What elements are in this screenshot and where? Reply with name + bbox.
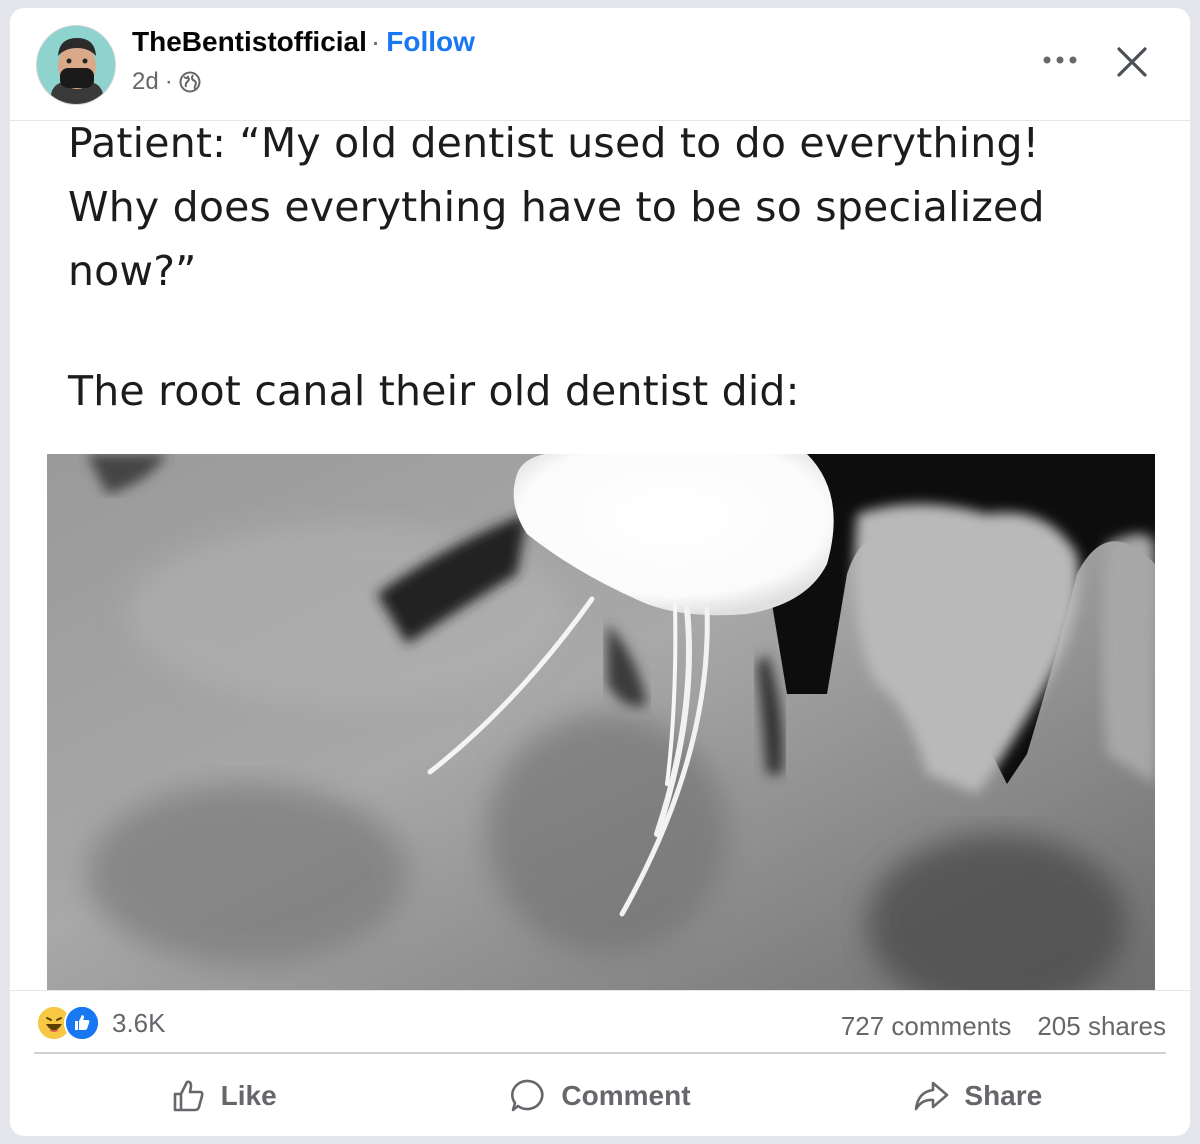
- follow-button[interactable]: Follow: [386, 26, 475, 57]
- globe-icon: [179, 71, 201, 93]
- share-icon: [915, 1081, 949, 1111]
- shares-count-link[interactable]: 205 shares: [1037, 1011, 1166, 1042]
- more-options-button[interactable]: [1034, 42, 1086, 78]
- like-icon: [64, 1005, 100, 1041]
- like-button[interactable]: Like: [34, 1066, 411, 1126]
- author-avatar[interactable]: [36, 25, 116, 105]
- separator-dot: ·: [370, 26, 381, 57]
- more-options-icon: [1043, 56, 1077, 64]
- post-header: TheBentistofficial · Follow 2d ·: [10, 8, 1190, 120]
- meta-separator: ·: [164, 68, 173, 95]
- post-card: TheBentistofficial · Follow 2d · Patient…: [10, 8, 1190, 1136]
- post-image[interactable]: Patient: “My old dentist used to do ever…: [10, 119, 1190, 991]
- meme-caption-root-canal: The root canal their old dentist did:: [68, 367, 800, 415]
- share-button[interactable]: Share: [789, 1066, 1166, 1126]
- author-name[interactable]: TheBentistofficial: [132, 26, 367, 57]
- comment-label: Comment: [561, 1080, 691, 1111]
- comment-icon: [511, 1079, 544, 1112]
- share-label: Share: [964, 1080, 1043, 1111]
- comments-count-link[interactable]: 727 comments: [841, 1011, 1012, 1042]
- meme-caption-patient: Patient: “My old dentist used to do ever…: [68, 119, 1045, 295]
- close-icon: [1117, 47, 1147, 77]
- author-line: TheBentistofficial · Follow: [132, 26, 475, 58]
- xray-image: [47, 454, 1155, 991]
- action-bar: Like Comment Share: [34, 1066, 1166, 1126]
- like-label: Like: [220, 1080, 277, 1111]
- avatar-image: [37, 26, 115, 104]
- reactions-summary[interactable]: 3.6K: [36, 1005, 166, 1041]
- post-time[interactable]: 2d: [132, 68, 159, 96]
- post-stats: 3.6K 727 comments 205 shares: [10, 990, 1190, 1052]
- divider: [34, 1052, 1166, 1054]
- close-button[interactable]: [1108, 38, 1156, 86]
- thumbs-up-icon: [173, 1080, 204, 1112]
- post-meta: 2d ·: [132, 68, 201, 96]
- engagement-stats: 727 comments 205 shares: [841, 1011, 1166, 1042]
- comment-button[interactable]: Comment: [411, 1066, 788, 1126]
- reaction-count: 3.6K: [112, 1007, 166, 1038]
